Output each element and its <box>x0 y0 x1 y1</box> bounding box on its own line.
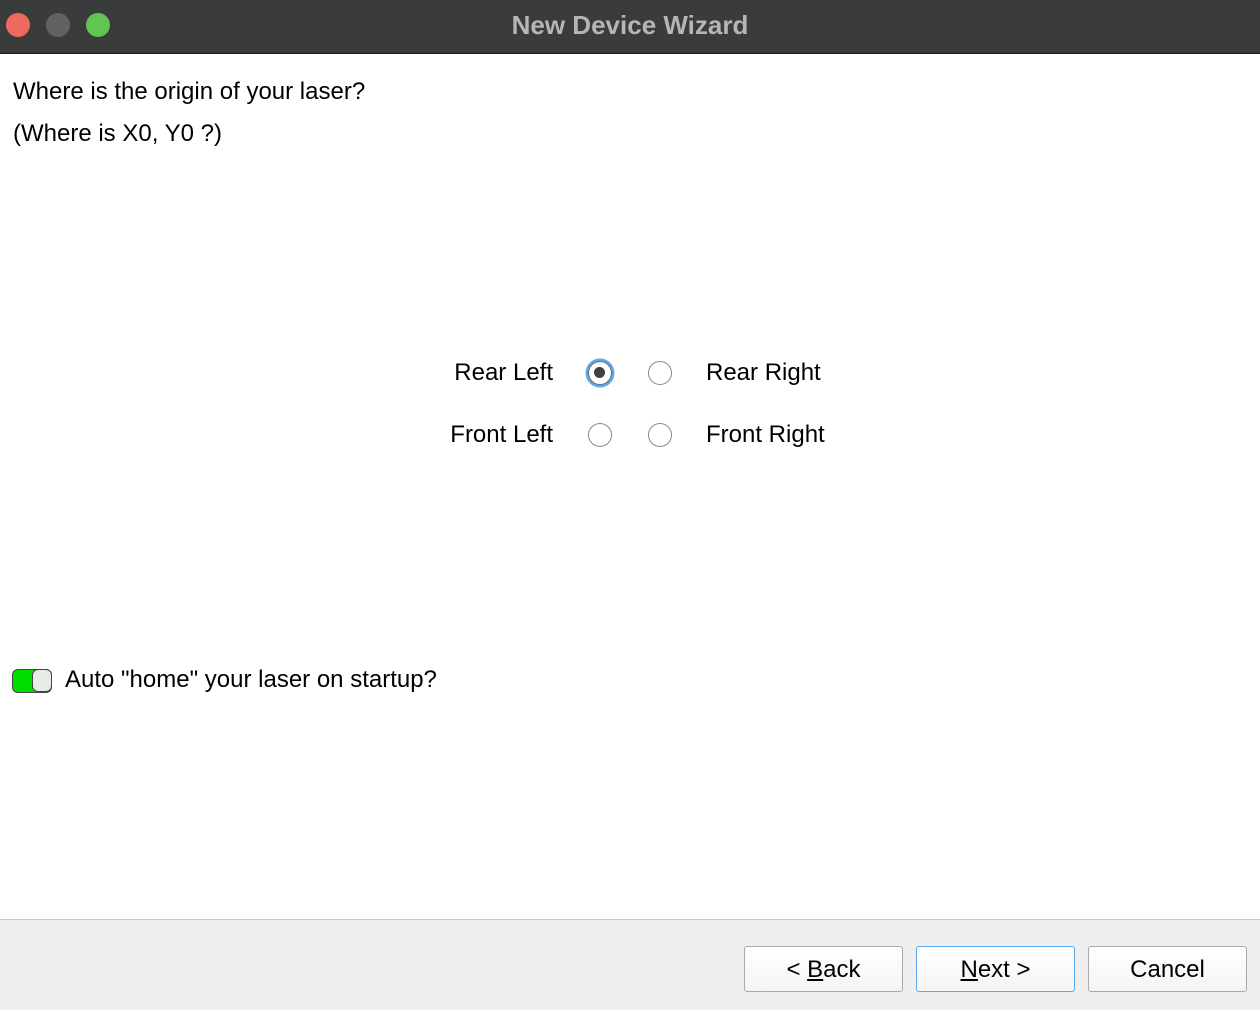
back-button-prefix: < <box>786 955 808 983</box>
back-button-rest: ack <box>823 955 861 983</box>
auto-home-label: Auto "home" your laser on startup? <box>65 666 437 693</box>
button-bar: < Back Next > Cancel <box>0 919 1260 1010</box>
rear-right-radio[interactable] <box>648 361 672 385</box>
origin-question-hint: (Where is X0, Y0 ?) <box>13 120 222 147</box>
rear-left-label: Rear Left <box>454 359 553 386</box>
rear-right-label: Rear Right <box>706 359 821 386</box>
origin-question: Where is the origin of your laser? <box>13 78 366 105</box>
front-right-label: Front Right <box>706 421 825 448</box>
title-bar: New Device Wizard <box>0 0 1260 54</box>
next-button-mnemonic: N <box>960 955 978 983</box>
front-right-radio[interactable] <box>648 423 672 447</box>
rear-left-radio[interactable] <box>588 361 612 385</box>
back-button-mnemonic: B <box>807 955 824 983</box>
toggle-knob <box>32 669 52 692</box>
cancel-button[interactable]: Cancel <box>1088 946 1247 992</box>
auto-home-toggle[interactable] <box>12 669 52 693</box>
back-button[interactable]: < Back <box>744 946 903 992</box>
next-button[interactable]: Next > <box>916 946 1075 992</box>
next-button-rest: ext > <box>977 955 1031 983</box>
front-left-label: Front Left <box>450 421 553 448</box>
window-title: New Device Wizard <box>511 10 749 40</box>
front-left-radio[interactable] <box>588 423 612 447</box>
